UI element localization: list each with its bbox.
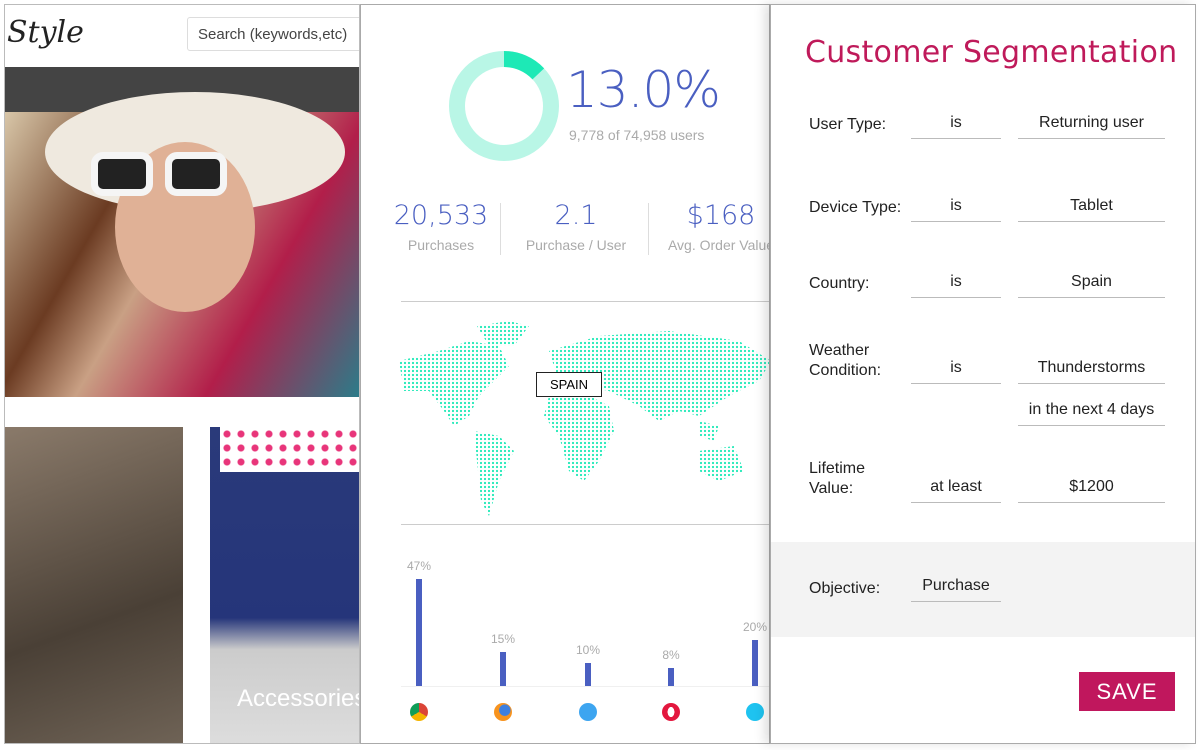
- conversion-donut: [449, 51, 559, 161]
- stat-value: 2.1: [554, 200, 598, 231]
- stat-label: Avg. Order Value: [667, 237, 770, 253]
- browser-bar: [668, 667, 674, 686]
- dress-pattern: [220, 427, 359, 472]
- search-input[interactable]: Search (keywords,etc): [187, 17, 359, 51]
- divider: [401, 301, 769, 302]
- bar-label: 47%: [406, 558, 432, 573]
- lifetime-value-label: Lifetime Value:: [809, 460, 866, 497]
- lifetime-value-value[interactable]: $1200: [1018, 473, 1165, 503]
- safari-icon: [746, 703, 764, 721]
- panel-title: Customer Segmentation: [805, 35, 1178, 70]
- stat-value: $168: [686, 200, 756, 231]
- divider: [401, 524, 769, 525]
- browser-bar: [416, 578, 422, 686]
- bar-label: 15%: [490, 631, 516, 646]
- stat-label: Purchase / User: [525, 237, 627, 253]
- device-type-value[interactable]: Tablet: [1018, 192, 1165, 222]
- conversion-percent: 13.0%: [566, 61, 721, 119]
- world-map: [399, 321, 769, 516]
- sunglasses-shape: [165, 152, 227, 196]
- country-value[interactable]: Spain: [1018, 268, 1165, 298]
- hero-image: [5, 92, 359, 397]
- save-button[interactable]: SAVE: [1079, 672, 1175, 711]
- conversion-users: 9,778 of 74,958 users: [569, 127, 705, 143]
- divider: [648, 203, 649, 255]
- store-website-panel: Style Search (keywords,etc) Accessories: [4, 4, 360, 744]
- weather-operator[interactable]: is: [911, 354, 1001, 384]
- chart-baseline: [401, 686, 769, 687]
- user-type-label: User Type:: [809, 116, 887, 133]
- stat-purchases: 20,533 Purchases: [371, 200, 511, 253]
- browser-bar: [585, 663, 591, 686]
- weather-label: Weather Condition:: [809, 342, 882, 379]
- weather-timeframe[interactable]: in the next 4 days: [1018, 396, 1165, 426]
- analytics-panel: 13.0% 9,778 of 74,958 users 20,533 Purcha…: [360, 4, 770, 744]
- ie-icon: [579, 703, 597, 721]
- objective-section: Objective: Purchase: [771, 542, 1195, 637]
- bar-label: 10%: [575, 643, 601, 658]
- stat-purchase-per-user: 2.1 Purchase / User: [506, 200, 646, 253]
- objective-label: Objective:: [809, 580, 881, 597]
- stat-label: Purchases: [407, 237, 475, 253]
- bar-label: 20%: [742, 620, 768, 635]
- user-type-value[interactable]: Returning user: [1018, 109, 1165, 139]
- lifetime-value-operator[interactable]: at least: [911, 473, 1001, 503]
- device-type-operator[interactable]: is: [911, 192, 1001, 222]
- browser-bar: [752, 640, 758, 686]
- store-logo[interactable]: Style: [7, 15, 84, 50]
- stat-value: 20,533: [393, 200, 489, 231]
- user-type-operator[interactable]: is: [911, 109, 1001, 139]
- accessories-label[interactable]: Accessories: [237, 685, 359, 713]
- opera-icon: [662, 703, 680, 721]
- country-label: Country:: [809, 275, 870, 292]
- chrome-icon: [410, 703, 428, 721]
- objective-value[interactable]: Purchase: [911, 572, 1001, 602]
- country-operator[interactable]: is: [911, 268, 1001, 298]
- weather-value[interactable]: Thunderstorms: [1018, 354, 1165, 384]
- segmentation-panel: Customer Segmentation User Type: is Retu…: [770, 4, 1196, 744]
- firefox-icon: [494, 703, 512, 721]
- device-type-label: Device Type:: [809, 199, 902, 216]
- jewelry-tile[interactable]: [5, 427, 183, 743]
- browser-bar: [500, 651, 506, 686]
- stat-avg-order-value: $168 Avg. Order Value: [651, 200, 770, 253]
- map-tooltip-country: SPAIN: [536, 372, 603, 397]
- divider: [500, 203, 501, 255]
- bar-label: 8%: [662, 647, 680, 662]
- sunglasses-shape: [91, 152, 153, 196]
